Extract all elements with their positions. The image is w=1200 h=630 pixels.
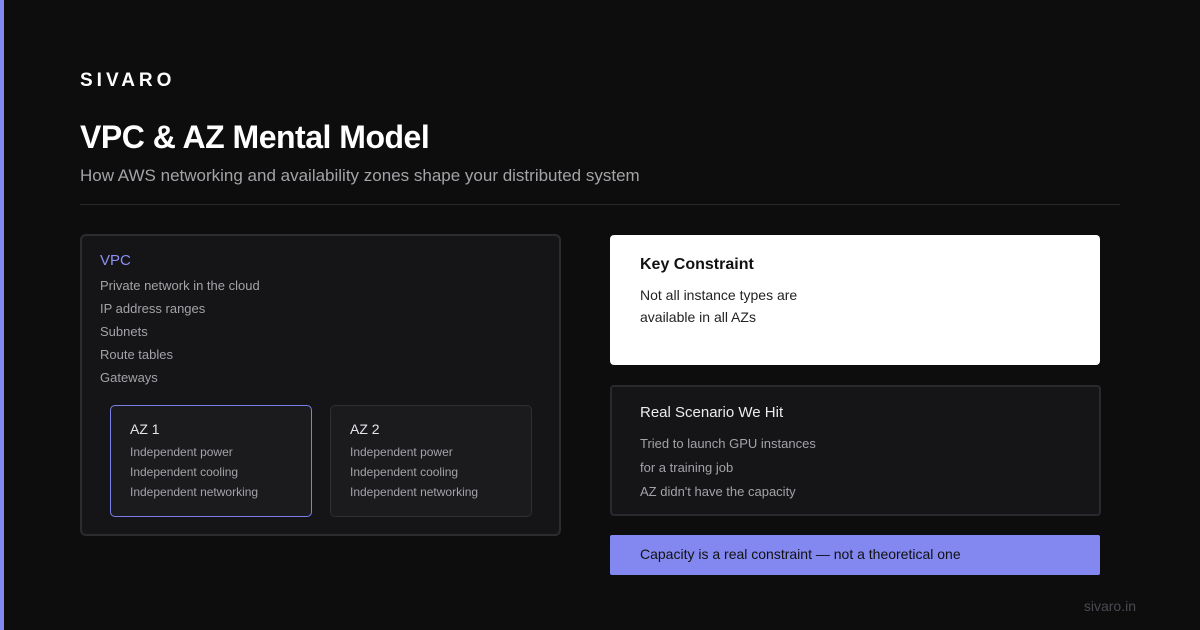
az-2-box: AZ 2 Independent power Independent cooli… <box>330 405 532 517</box>
az-feature-item: Independent cooling <box>350 465 459 479</box>
vpc-feature-item: Subnets <box>100 324 148 339</box>
az-feature-item: Independent cooling <box>130 465 239 479</box>
brand-logo: SIVARO <box>80 70 176 91</box>
key-constraint-title: Key Constraint <box>640 256 754 273</box>
vpc-title: VPC <box>100 252 131 269</box>
footer-url: sivaro.in <box>1083 598 1136 614</box>
az-feature-item: Independent networking <box>130 485 259 499</box>
vpc-feature-item: Gateways <box>100 370 158 385</box>
az-feature-item: Independent power <box>130 445 233 459</box>
scenario-item: Tried to launch GPU instances <box>640 436 816 451</box>
capacity-callout: Capacity is a real constraint — not a th… <box>610 535 1100 575</box>
vpc-feature-item: Route tables <box>100 347 173 362</box>
page-title: VPC & AZ Mental Model <box>80 119 430 155</box>
vpc-feature-item: Private network in the cloud <box>100 278 260 293</box>
az-2-feature-list: Independent power Independent cooling In… <box>350 445 478 505</box>
az-feature-item: Independent networking <box>350 485 479 499</box>
az-1-box: AZ 1 Independent power Independent cooli… <box>110 405 312 517</box>
az-2-title: AZ 2 <box>350 421 380 437</box>
key-constraint-card: Key Constraint Not all instance types ar… <box>610 235 1100 365</box>
real-scenario-card: Real Scenario We Hit Tried to launch GPU… <box>610 385 1101 516</box>
page-subtitle: How AWS networking and availability zone… <box>80 166 640 185</box>
az-1-title: AZ 1 <box>130 421 160 437</box>
scenario-item: for a training job <box>640 460 734 475</box>
az-1-feature-list: Independent power Independent cooling In… <box>130 445 258 505</box>
capacity-callout-text: Capacity is a real constraint — not a th… <box>640 546 961 562</box>
az-feature-item: Independent power <box>350 445 453 459</box>
vpc-feature-item: IP address ranges <box>100 301 206 316</box>
real-scenario-list: Tried to launch GPU instances for a trai… <box>640 435 816 507</box>
scenario-item: AZ didn't have the capacity <box>640 484 796 499</box>
real-scenario-title: Real Scenario We Hit <box>640 404 784 421</box>
header-divider <box>80 204 1120 205</box>
vpc-panel: VPC Private network in the cloud IP addr… <box>80 234 561 536</box>
key-constraint-body: Not all instance types are available in … <box>640 287 798 325</box>
left-accent-bar <box>0 0 4 630</box>
vpc-feature-list: Private network in the cloud IP address … <box>100 277 260 392</box>
